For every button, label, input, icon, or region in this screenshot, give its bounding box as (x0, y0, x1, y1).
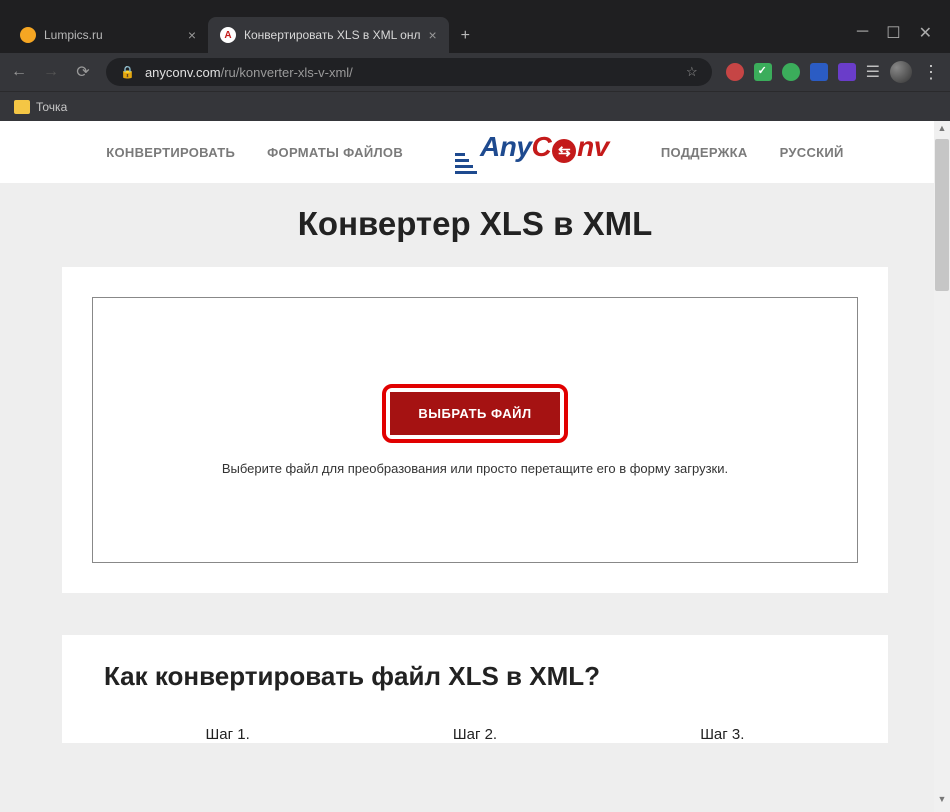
favicon-lumpics (20, 27, 36, 43)
minimize-icon[interactable]: ─ (857, 23, 868, 43)
close-window-icon[interactable]: ✕ (919, 23, 932, 43)
logo-lines-icon (455, 153, 477, 174)
dropzone[interactable]: ВЫБРАТЬ ФАЙЛ Выберите файл для преобразо… (92, 297, 858, 563)
back-icon[interactable]: ← (10, 63, 28, 81)
window-titlebar: Lumpics.ru × A Конвертировать XLS в XML … (0, 0, 950, 53)
scrollbar-thumb[interactable] (935, 139, 949, 291)
page-title: Конвертер XLS в XML (0, 183, 950, 267)
step-2: Шаг 2. (453, 726, 497, 743)
url-input[interactable]: 🔒 anyconv.com/ru/konverter-xls-v-xml/ ☆ (106, 58, 712, 86)
maximize-icon[interactable]: ☐ (886, 23, 900, 43)
nav-formats[interactable]: ФОРМАТЫ ФАЙЛОВ (267, 145, 403, 160)
forward-icon: → (42, 63, 60, 81)
extension-icon[interactable]: ✓ (754, 63, 772, 81)
swap-icon: ⇆ (552, 139, 576, 163)
page-viewport: КОНВЕРТИРОВАТЬ ФОРМАТЫ ФАЙЛОВ AnyC⇆nv ПО… (0, 121, 950, 812)
select-file-button[interactable]: ВЫБРАТЬ ФАЙЛ (390, 392, 559, 435)
vertical-scrollbar[interactable]: ▲ ▼ (934, 121, 950, 812)
upload-panel: ВЫБРАТЬ ФАЙЛ Выберите файл для преобразо… (62, 267, 888, 593)
folder-icon (14, 100, 30, 114)
highlight-annotation: ВЫБРАТЬ ФАЙЛ (382, 384, 567, 443)
bookmarks-bar: Точка (0, 91, 950, 121)
howto-heading: Как конвертировать файл XLS в XML? (104, 661, 846, 692)
browser-tab-lumpics[interactable]: Lumpics.ru × (8, 17, 208, 53)
star-icon[interactable]: ☆ (686, 64, 698, 80)
lock-icon: 🔒 (120, 65, 135, 79)
site-logo[interactable]: AnyC⇆nv (435, 131, 629, 174)
tab-title: Конвертировать XLS в XML онл (244, 28, 420, 42)
browser-menu-icon[interactable]: ⋮ (922, 62, 940, 83)
url-path: /ru/konverter-xls-v-xml/ (221, 65, 353, 80)
address-bar: ← → ⟳ 🔒 anyconv.com/ru/konverter-xls-v-x… (0, 53, 950, 91)
nav-convert[interactable]: КОНВЕРТИРОВАТЬ (106, 145, 235, 160)
upload-hint: Выберите файл для преобразования или про… (222, 461, 728, 476)
scroll-down-icon[interactable]: ▼ (934, 794, 950, 810)
steps-row: Шаг 1. Шаг 2. Шаг 3. (104, 692, 846, 743)
url-domain: anyconv.com (145, 65, 221, 80)
extensions-tray: ✓ ☰ ⋮ (726, 61, 940, 83)
site-nav: КОНВЕРТИРОВАТЬ ФОРМАТЫ ФАЙЛОВ AnyC⇆nv ПО… (0, 121, 950, 183)
close-icon[interactable]: × (188, 27, 196, 43)
bookmark-item[interactable]: Точка (36, 100, 67, 114)
extension-icon[interactable] (838, 63, 856, 81)
nav-language[interactable]: РУССКИЙ (780, 145, 844, 160)
step-3: Шаг 3. (700, 726, 744, 743)
extension-icon[interactable] (726, 63, 744, 81)
new-tab-button[interactable]: + (449, 19, 482, 53)
howto-section: Как конвертировать файл XLS в XML? Шаг 1… (62, 635, 888, 743)
reading-list-icon[interactable]: ☰ (866, 62, 880, 82)
nav-support[interactable]: ПОДДЕРЖКА (661, 145, 748, 160)
favicon-anyconv: A (220, 27, 236, 43)
close-icon[interactable]: × (428, 27, 436, 43)
window-controls: ─ ☐ ✕ (857, 23, 950, 53)
step-1: Шаг 1. (206, 726, 250, 743)
extension-icon[interactable] (810, 63, 828, 81)
reload-icon[interactable]: ⟳ (74, 62, 92, 82)
tab-title: Lumpics.ru (44, 28, 103, 42)
profile-avatar[interactable] (890, 61, 912, 83)
scroll-up-icon[interactable]: ▲ (934, 123, 950, 139)
browser-tab-anyconv[interactable]: A Конвертировать XLS в XML онл × (208, 17, 449, 53)
extension-icon[interactable] (782, 63, 800, 81)
